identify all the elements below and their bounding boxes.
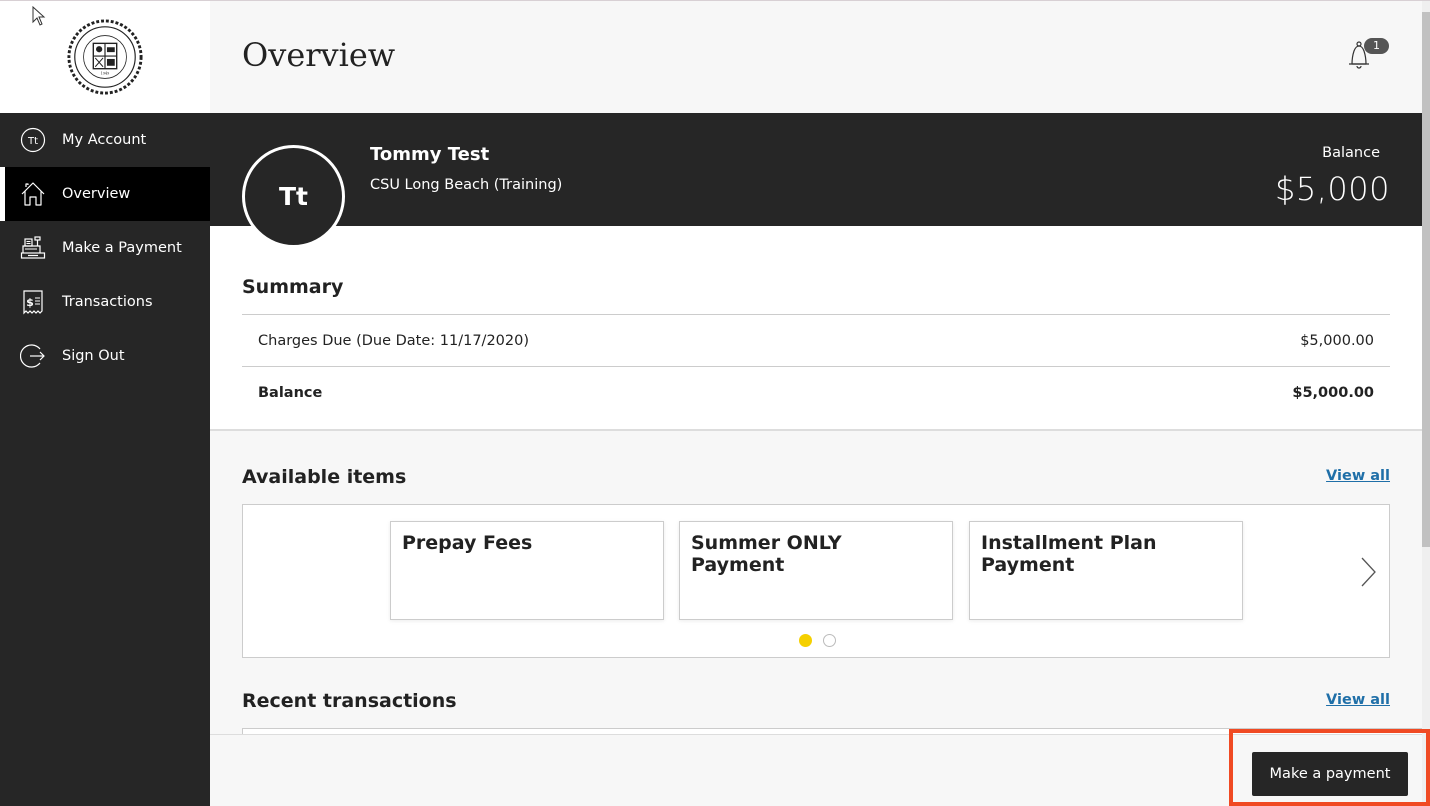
mouse-cursor-icon (32, 6, 46, 26)
svg-text:$: $ (26, 296, 34, 309)
item-card-prepay-fees[interactable]: Prepay Fees (390, 521, 664, 620)
sidebar-item-label: Transactions (62, 294, 153, 310)
home-icon (20, 181, 46, 207)
summary-heading: Summary (242, 276, 344, 298)
user-name: Tommy Test (370, 144, 490, 165)
main-content: Overview 1 Tt Tommy Test CSU Long Beach … (210, 0, 1422, 806)
sidebar-item-label: My Account (62, 132, 147, 148)
notification-count-badge: 1 (1364, 38, 1389, 54)
carousel-dot-1[interactable] (799, 634, 812, 647)
balance-label: Balance (1322, 145, 1380, 161)
scrollbar-thumb[interactable] (1422, 12, 1430, 547)
recent-transactions-heading: Recent transactions (242, 690, 457, 712)
summary-row-value: $5,000.00 (1300, 332, 1374, 349)
sign-out-icon (20, 343, 46, 369)
svg-text:Tt: Tt (27, 136, 38, 147)
footer-action-bar (210, 734, 1422, 806)
chevron-right-icon[interactable] (1357, 555, 1379, 589)
sidebar-item-label: Sign Out (62, 348, 125, 364)
university-seal-logo: 1949 (67, 18, 143, 95)
profile-banner (210, 113, 1422, 226)
make-a-payment-button[interactable]: Make a payment (1252, 752, 1408, 796)
user-initials-icon: Tt (20, 127, 46, 153)
sidebar-item-label: Make a Payment (62, 240, 182, 256)
vertical-scrollbar[interactable] (1422, 0, 1430, 806)
carousel-pagination (799, 634, 836, 647)
sidebar-item-label: Overview (62, 186, 131, 202)
summary-row-label: Balance (258, 384, 323, 401)
page-title: Overview (242, 36, 396, 74)
avatar: Tt (242, 145, 345, 248)
carousel-dot-2[interactable] (823, 634, 836, 647)
summary-row-value: $5,000.00 (1292, 384, 1374, 401)
recent-transactions-view-all-link[interactable]: View all (1326, 692, 1390, 708)
sidebar-item-overview[interactable]: Overview (0, 167, 210, 221)
sidebar-item-make-a-payment[interactable]: Make a Payment (0, 221, 210, 275)
balance-amount: $5,000 (1275, 170, 1390, 208)
summary-row-balance: Balance $5,000.00 (242, 366, 1390, 418)
receipt-icon: $ (20, 289, 46, 315)
sidebar-item-my-account[interactable]: Tt My Account (0, 113, 210, 167)
window-top-border (0, 0, 1430, 1)
summary-row-charges-due: Charges Due (Due Date: 11/17/2020) $5,00… (242, 314, 1390, 366)
available-items-view-all-link[interactable]: View all (1326, 468, 1390, 484)
user-school: CSU Long Beach (Training) (370, 177, 563, 193)
summary-panel: Summary Charges Due (Due Date: 11/17/202… (210, 226, 1422, 431)
cash-register-icon (20, 235, 46, 261)
summary-table: Charges Due (Due Date: 11/17/2020) $5,00… (242, 314, 1390, 418)
sidebar-nav: Tt My Account Overview Make a Payment $ … (0, 113, 210, 383)
sidebar-item-transactions[interactable]: $ Transactions (0, 275, 210, 329)
item-card-summer-only-payment[interactable]: Summer ONLY Payment (679, 521, 953, 620)
available-items-carousel: Prepay Fees Summer ONLY Payment Installm… (242, 504, 1390, 658)
available-items-heading: Available items (242, 466, 407, 488)
sidebar-item-sign-out[interactable]: Sign Out (0, 329, 210, 383)
item-card-installment-plan-payment[interactable]: Installment Plan Payment (969, 521, 1243, 620)
sidebar: 1949 Tt My Account Overview Make a Payme… (0, 0, 210, 806)
svg-text:1949: 1949 (101, 71, 110, 75)
summary-row-label: Charges Due (Due Date: 11/17/2020) (258, 332, 530, 349)
